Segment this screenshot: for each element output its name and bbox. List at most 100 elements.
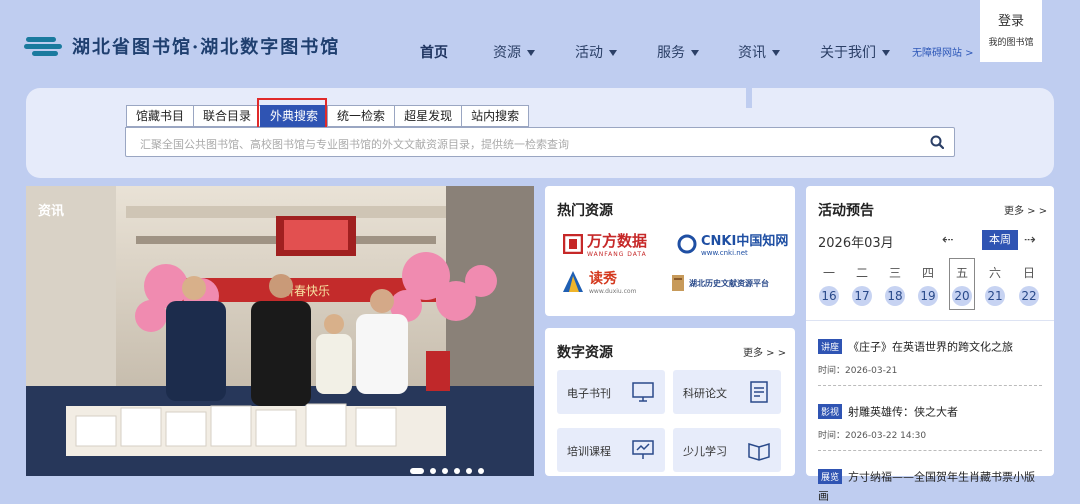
site-header: 湖北省图书馆·湖北数字图书馆 首页 资源 活动 服务 资讯 关于我们 无障碍网站… [0,0,1080,90]
news-label: 资讯 [38,204,65,219]
nav-about-label: 关于我们 [820,45,876,61]
event-title: 方寸纳福——全国贺年生肖藏书票小版画 [818,470,1036,503]
kids-learning-button[interactable]: 少儿学习 [673,428,781,472]
hot-resources-title: 热门资源 [557,203,613,219]
cnki-logo-icon [677,234,697,253]
nav-about[interactable]: 关于我们 [820,42,890,62]
ebooks-button[interactable]: 电子书刊 [557,370,665,414]
resource-hubei-history[interactable]: 湖北历史文献资源平台 [671,274,769,292]
tab-unified-search[interactable]: 统一检索 [327,105,395,127]
search-icon[interactable] [930,135,944,149]
next-week-arrow-icon[interactable]: ⇢ [1024,232,1036,248]
ebooks-label: 电子书刊 [567,387,611,400]
calendar-day[interactable]: 18 [885,286,905,306]
book-stack-icon [672,275,684,291]
panel-divider [746,88,752,108]
divider [818,385,1042,386]
digital-more-link[interactable]: 更多 > > [743,344,786,359]
event-time: 时间：2026-03-22 14:30 [818,431,927,441]
weekday-label: 二 [855,266,868,280]
my-library-link[interactable]: 我的图书馆 [980,35,1042,48]
nav-resources-label: 资源 [493,45,521,61]
weekday-label: 六 [988,266,1001,280]
nav-resources[interactable]: 资源 [493,42,535,62]
papers-button[interactable]: 科研论文 [673,370,781,414]
tab-site-search[interactable]: 站内搜索 [461,105,530,127]
event-item[interactable]: 影视 射雕英雄传：侠之大者 时间：2026-03-22 14:30 [818,401,1042,441]
hot-resources-card: 热门资源 万方数据 WANFANG DATA CNKI中国知网 www.cnki… [545,186,795,316]
divider [818,450,1042,451]
search-input[interactable]: 汇聚全国公共图书馆、高校图书馆与专业图书馆的外文文献资源目录，提供统一检索查询 [125,127,955,157]
carousel-dot[interactable] [454,468,460,474]
calendar-day[interactable]: 17 [852,286,872,306]
calendar-day[interactable]: 19 [918,286,938,306]
search-tabs: 馆藏书目 联合目录 外典搜索 统一检索 超星发现 站内搜索 [126,105,530,127]
wanfang-name: 万方数据 [587,232,648,250]
login-button[interactable]: 登录 [980,10,1042,29]
nav-services[interactable]: 服务 [657,42,699,62]
prev-week-arrow-icon[interactable]: ⇠ [942,232,954,248]
search-placeholder: 汇聚全国公共图书馆、高校图书馆与专业图书馆的外文文献资源目录，提供统一检索查询 [140,138,569,151]
tab-catalog[interactable]: 馆藏书目 [126,105,194,127]
event-time: 时间：2026-03-21 [818,366,898,376]
calendar-day-today[interactable]: 20 [952,286,972,306]
papers-label: 科研论文 [683,387,727,400]
kids-learning-label: 少儿学习 [683,445,727,458]
carousel-dot[interactable] [466,468,472,474]
calendar-day[interactable]: 22 [1019,286,1039,306]
weekday-label: 一 [822,266,835,280]
events-more-link[interactable]: 更多 > > [1004,202,1047,217]
duxiu-sub: www.duxiu.com [589,288,637,295]
presentation-icon [632,440,654,459]
accessible-site-link[interactable]: 无障碍网站 > [912,44,974,59]
news-carousel[interactable]: 新春快乐 资讯 [26,186,534,476]
weekday-label: 四 [921,266,934,280]
this-week-button[interactable]: 本周 [982,230,1018,250]
event-tag: 影视 [818,404,843,419]
chevron-down-icon [527,50,535,56]
nav-news[interactable]: 资讯 [738,42,780,62]
digital-resources-title: 数字资源 [557,345,613,361]
cnki-name: CNKI中国知网 [701,234,789,249]
nav-home[interactable]: 首页 [420,42,448,62]
news-photo: 新春快乐 [26,186,534,476]
monitor-icon [632,382,654,402]
chevron-down-icon [609,50,617,56]
calendar-day[interactable]: 21 [985,286,1005,306]
calendar-month: 2026年03月 [818,236,894,251]
carousel-dot[interactable] [442,468,448,474]
resource-duxiu[interactable]: 读秀 www.duxiu.com [561,268,636,295]
weekday-label: 三 [888,266,901,280]
chevron-down-icon [772,50,780,56]
carousel-dot[interactable] [478,468,484,474]
carousel-dots [410,468,484,474]
event-title: 《庄子》在英语世界的跨文化之旅 [848,340,1014,354]
event-title: 射雕英雄传：侠之大者 [848,405,959,419]
cnki-sub: www.cnki.net [701,249,748,257]
event-item[interactable]: 展览 方寸纳福——全国贺年生肖藏书票小版画 [818,466,1042,504]
training-button[interactable]: 培训课程 [557,428,665,472]
resource-wanfang[interactable]: 万方数据 WANFANG DATA [563,230,647,258]
tab-union-catalog[interactable]: 联合目录 [193,105,261,127]
weekday-label: 日 [1022,266,1035,280]
logo-text: 湖北省图书馆·湖北数字图书馆 [72,37,341,58]
nav-activities[interactable]: 活动 [575,42,617,62]
weekday-label: 五 [955,266,968,280]
carousel-dot[interactable] [410,468,424,474]
wanfang-sub: WANFANG DATA [587,251,647,258]
event-item[interactable]: 讲座 《庄子》在英语世界的跨文化之旅 时间：2026-03-21 [818,336,1042,376]
document-icon [750,381,768,403]
digital-resources-card: 数字资源 更多 > > 电子书刊 科研论文 培训课程 少儿学习 [545,328,795,476]
open-book-icon [748,442,770,461]
carousel-dot[interactable] [430,468,436,474]
nav-services-label: 服务 [657,45,685,61]
login-panel: 登录 我的图书馆 [980,0,1042,62]
chevron-down-icon [882,50,890,56]
calendar-day[interactable]: 16 [819,286,839,306]
event-tag: 讲座 [818,339,843,354]
resource-cnki[interactable]: CNKI中国知网 www.cnki.net [677,230,788,257]
site-logo[interactable]: 湖北省图书馆·湖北数字图书馆 [24,33,341,59]
nav-activities-label: 活动 [575,45,603,61]
tab-chaoxing-discovery[interactable]: 超星发现 [394,105,462,127]
training-label: 培训课程 [567,445,611,458]
